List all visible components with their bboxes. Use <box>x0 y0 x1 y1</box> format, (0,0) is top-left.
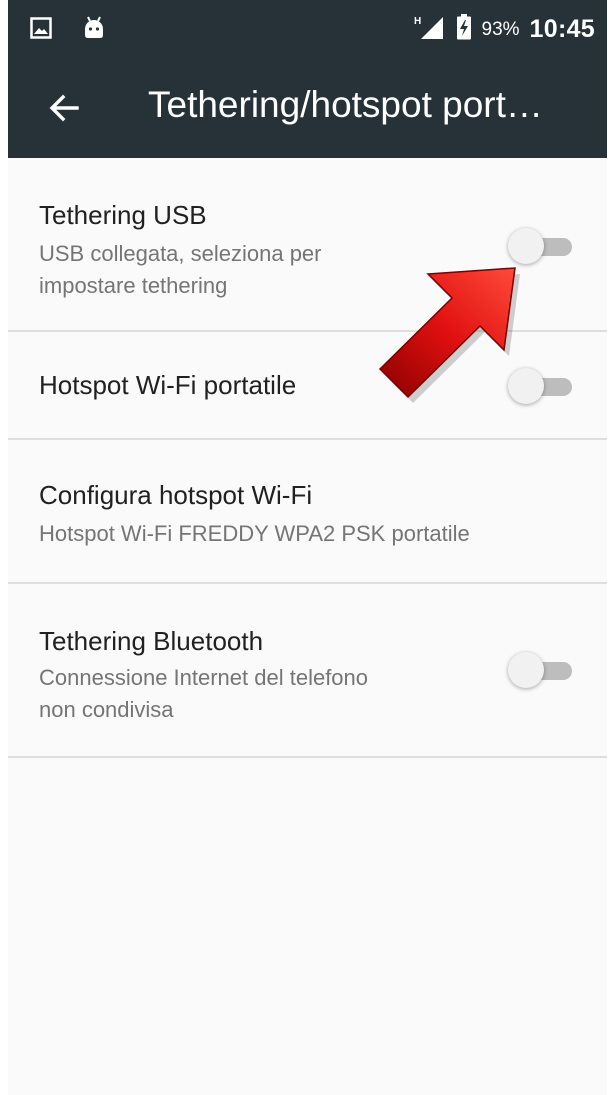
usb-tethering-toggle[interactable] <box>508 226 574 266</box>
annotation-arrow-icon <box>378 267 520 403</box>
item-title: Hotspot Wi-Fi portatile <box>39 370 297 400</box>
item-title: Configura hotspot Wi-Fi <box>39 480 313 510</box>
system-status: H 93% 10:45 <box>412 14 595 45</box>
arrow-back-icon <box>49 94 79 122</box>
toggle-thumb <box>508 652 544 688</box>
battery-charging-icon <box>456 14 472 45</box>
app-bar: H 93% 10:45 Tethering/hotspot port… <box>8 0 607 158</box>
item-title: Tethering USB <box>39 200 207 230</box>
item-subtitle: USB collegata, seleziona per impostare t… <box>39 241 322 298</box>
toolbar: Tethering/hotspot port… <box>8 68 607 148</box>
list-item-configure-hotspot[interactable]: Configura hotspot Wi-Fi Hotspot Wi-Fi FR… <box>8 440 607 584</box>
status-bar: H 93% 10:45 <box>8 0 607 60</box>
item-subtitle: Hotspot Wi-Fi FREDDY WPA2 PSK portatile <box>39 521 470 546</box>
notification-icons <box>30 16 106 45</box>
bluetooth-tethering-toggle[interactable] <box>508 650 574 690</box>
back-button[interactable] <box>42 86 86 130</box>
settings-list: Tethering USB USB collegata, seleziona p… <box>8 158 607 758</box>
left-edge <box>0 0 8 1095</box>
image-icon <box>30 17 52 44</box>
android-icon <box>82 16 106 45</box>
item-subtitle: Connessione Internet del telefono non co… <box>39 665 369 722</box>
toggle-thumb <box>508 228 544 264</box>
battery-percent: 93% <box>481 18 520 40</box>
network-type-label: H <box>414 16 421 27</box>
right-edge <box>607 0 613 1095</box>
clock: 10:45 <box>529 15 595 43</box>
list-item-bluetooth-tethering[interactable]: Tethering Bluetooth Connessione Internet… <box>8 584 607 758</box>
item-title: Tethering Bluetooth <box>39 626 264 656</box>
page-title: Tethering/hotspot port… <box>148 84 543 125</box>
signal-icon: H <box>412 14 446 45</box>
